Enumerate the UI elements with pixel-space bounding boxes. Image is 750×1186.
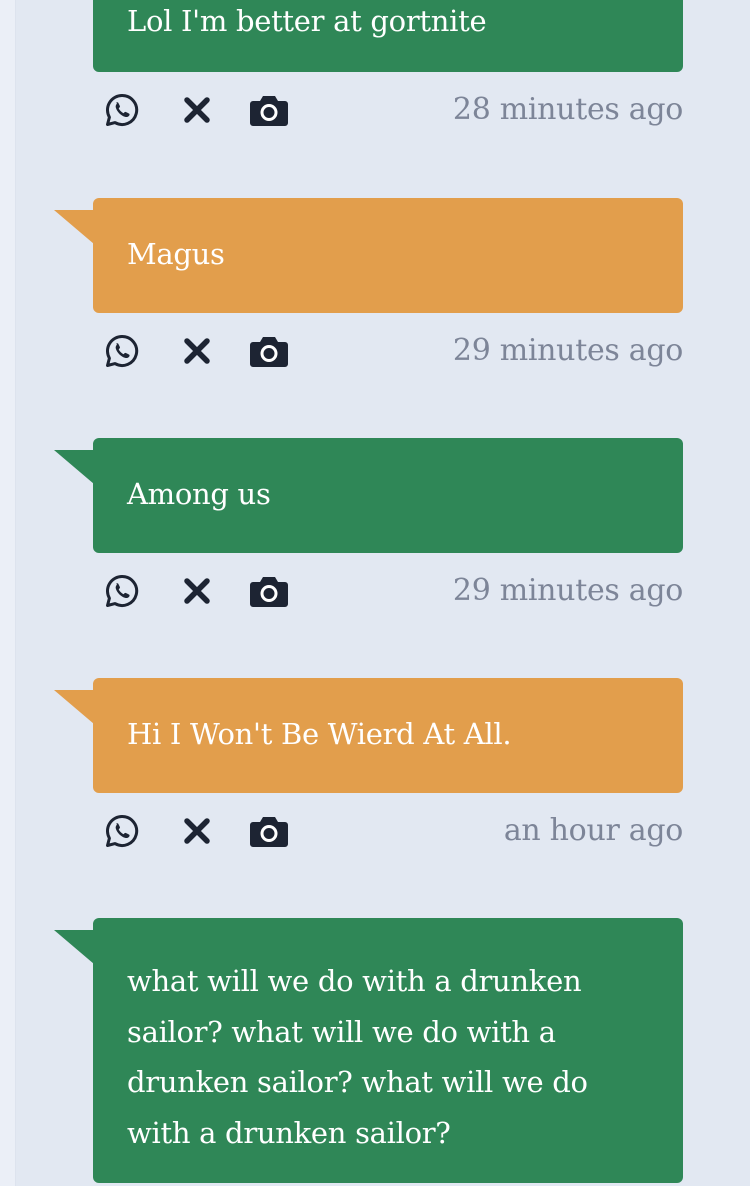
- message-text: Among us: [127, 477, 271, 511]
- whatsapp-icon[interactable]: [102, 811, 142, 851]
- bubble-tail: [54, 210, 94, 244]
- whatsapp-icon[interactable]: [102, 331, 142, 371]
- message-text: Hi I Won't Be Wierd At All.: [127, 717, 512, 751]
- close-icon[interactable]: [177, 571, 217, 611]
- whatsapp-icon[interactable]: [102, 90, 142, 130]
- post-actions: 29 minutes ago: [0, 571, 750, 611]
- close-icon[interactable]: [177, 90, 217, 130]
- close-icon[interactable]: [177, 811, 217, 851]
- message-text: what will we do with a drunken sailor? w…: [127, 964, 588, 1150]
- message-bubble: what will we do with a drunken sailor? w…: [93, 918, 683, 1183]
- bubble-tail: [54, 690, 94, 724]
- whatsapp-icon[interactable]: [102, 571, 142, 611]
- message-bubble: Among us: [93, 438, 683, 553]
- post-timestamp: 28 minutes ago: [452, 92, 683, 127]
- camera-icon[interactable]: [249, 811, 289, 851]
- camera-icon[interactable]: [249, 331, 289, 371]
- post-feed-page: Lol I'm better at gortnite 28 minutes ag…: [0, 0, 750, 1186]
- post-timestamp: 29 minutes ago: [452, 333, 683, 368]
- post-actions: an hour ago: [0, 811, 750, 851]
- camera-icon[interactable]: [249, 571, 289, 611]
- close-icon[interactable]: [177, 331, 217, 371]
- camera-icon[interactable]: [249, 90, 289, 130]
- post-timestamp: an hour ago: [503, 813, 683, 848]
- post-timestamp: 29 minutes ago: [452, 573, 683, 608]
- bubble-tail: [54, 930, 94, 964]
- bubble-tail: [54, 450, 94, 484]
- message-bubble: Hi I Won't Be Wierd At All.: [93, 678, 683, 793]
- message-bubble: Lol I'm better at gortnite: [93, 0, 683, 72]
- message-text: Lol I'm better at gortnite: [127, 4, 487, 38]
- message-bubble: Magus: [93, 198, 683, 313]
- post-actions: 29 minutes ago: [0, 331, 750, 371]
- post-actions: 28 minutes ago: [0, 90, 750, 130]
- message-text: Magus: [127, 237, 225, 271]
